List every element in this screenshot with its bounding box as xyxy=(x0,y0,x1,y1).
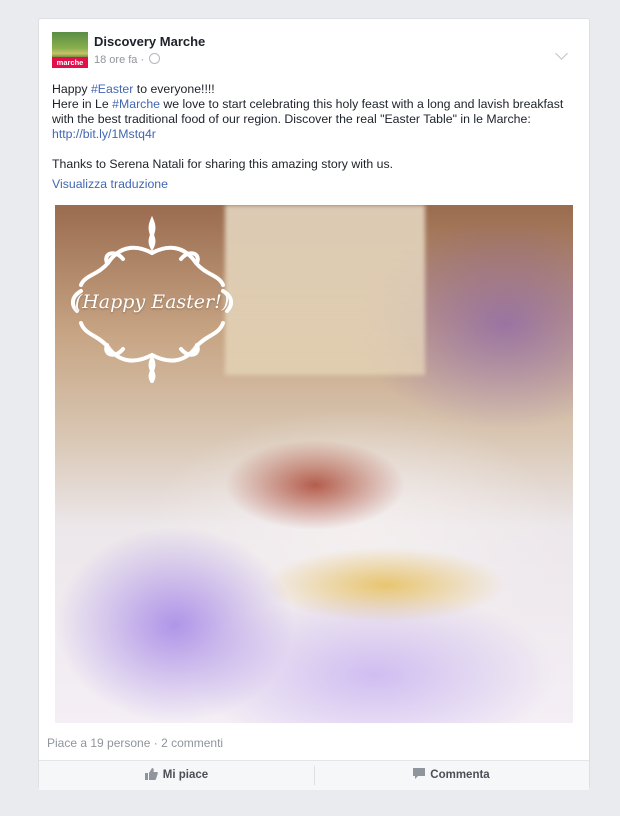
image-window-background xyxy=(225,205,425,375)
avatar-label: marche xyxy=(52,57,88,68)
chevron-down-icon[interactable] xyxy=(555,47,568,60)
post-text: Happy #Easter to everyone!!!! Here in Le… xyxy=(52,82,577,172)
post-card: marche Discovery Marche 18 ore fa · Happ… xyxy=(38,18,590,790)
hashtag-marche[interactable]: #Marche xyxy=(112,97,160,111)
post-link-line: http://bit.ly/1Mstq4r xyxy=(52,127,577,142)
translate-link[interactable]: Visualizza traduzione xyxy=(52,177,168,191)
post-link[interactable]: http://bit.ly/1Mstq4r xyxy=(52,127,156,141)
post-thanks: Thanks to Serena Natali for sharing this… xyxy=(52,157,394,171)
text-fragment: Happy xyxy=(52,82,91,96)
image-overlay-text: (Happy Easter!) xyxy=(74,291,230,313)
thumbs-up-icon xyxy=(144,768,158,780)
page-name-link[interactable]: Discovery Marche xyxy=(94,34,205,49)
hashtag-easter[interactable]: #Easter xyxy=(91,82,133,96)
like-label: Mi piace xyxy=(162,769,209,781)
action-bar: Mi piace Commenta xyxy=(39,760,589,790)
page-avatar[interactable]: marche xyxy=(52,32,88,68)
post-stats[interactable]: Piace a 19 persone · 2 commenti xyxy=(47,736,223,750)
post-image[interactable]: (Happy Easter!) xyxy=(55,205,573,723)
text-fragment: Here in Le xyxy=(52,97,113,111)
comment-button[interactable]: Commenta xyxy=(314,761,589,790)
post-meta: 18 ore fa · xyxy=(94,53,161,66)
comment-label: Commenta xyxy=(430,769,490,781)
text-fragment: to everyone!!!! xyxy=(133,82,215,96)
globe-icon xyxy=(149,53,161,64)
post-timestamp[interactable]: 18 ore fa · xyxy=(94,54,144,66)
post-line-2: Here in Le #Marche we love to start cele… xyxy=(52,97,577,127)
post-line-1: Happy #Easter to everyone!!!! xyxy=(52,82,577,97)
like-button[interactable]: Mi piace xyxy=(39,761,314,790)
speech-bubble-icon xyxy=(413,768,426,779)
post-header: marche Discovery Marche 18 ore fa · xyxy=(52,32,572,72)
